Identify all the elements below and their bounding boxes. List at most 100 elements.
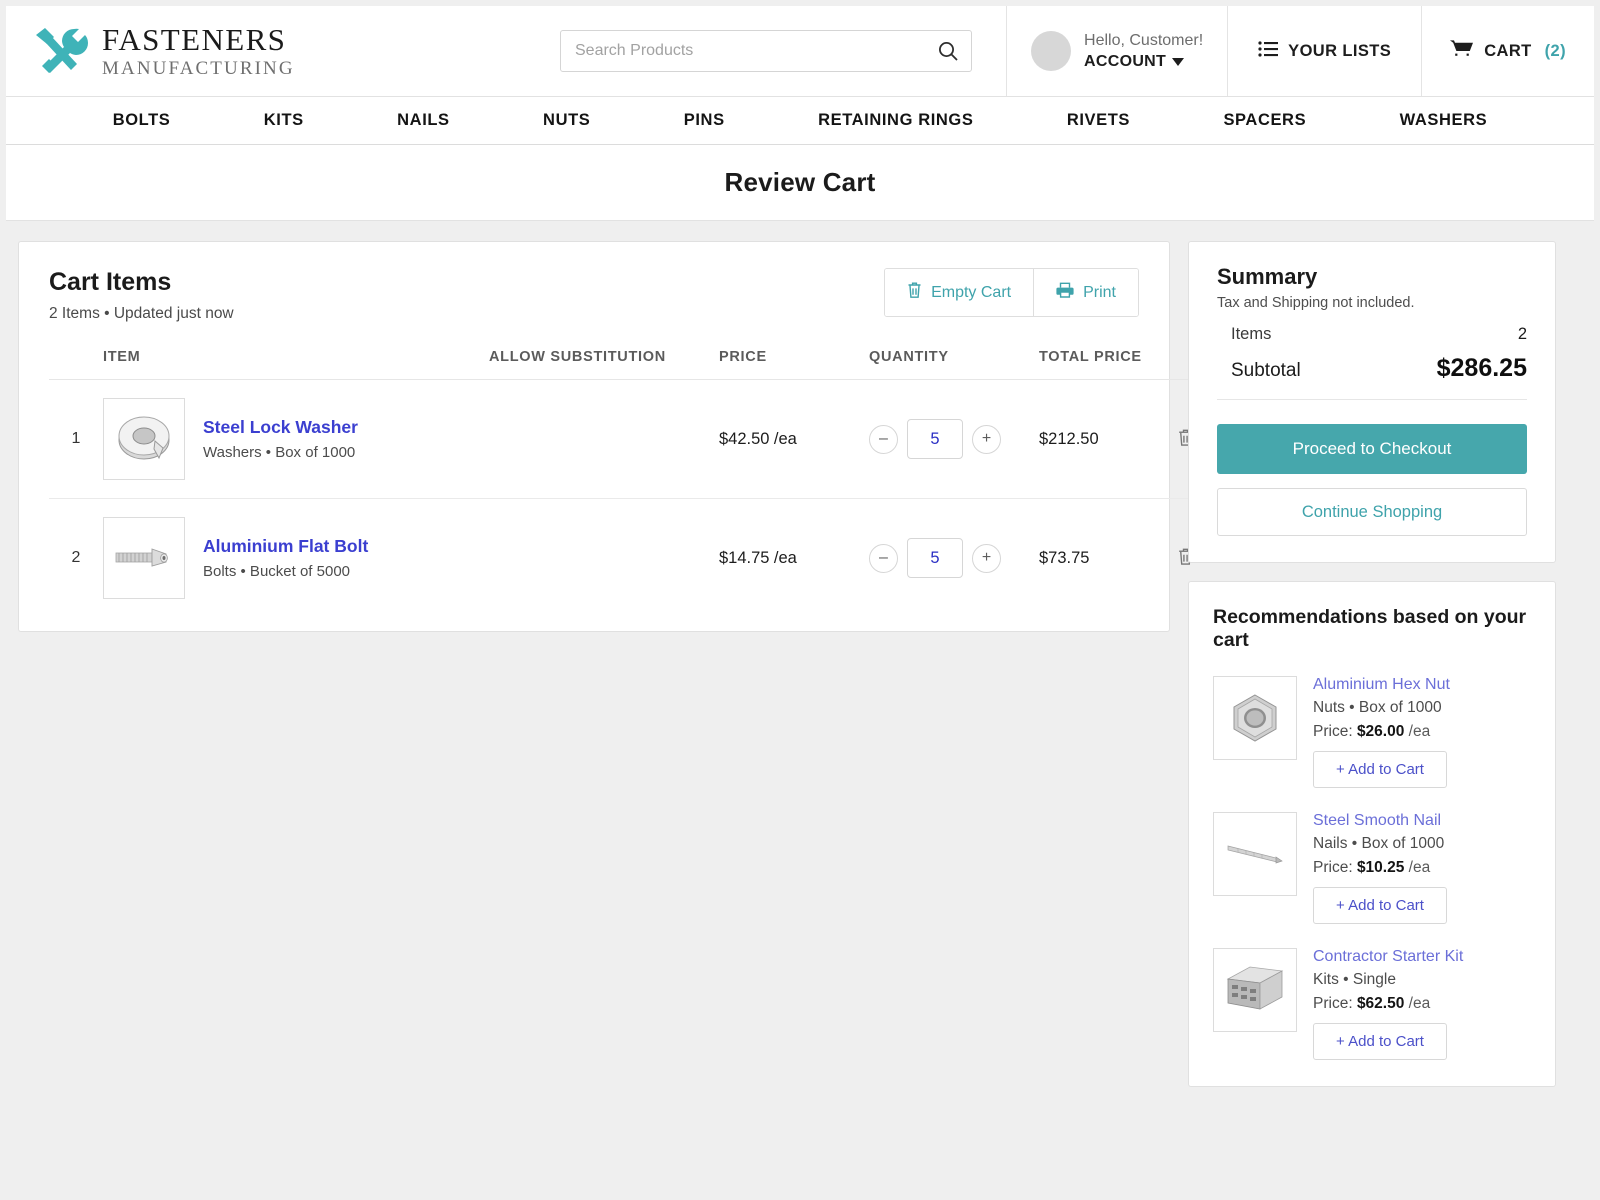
page-title: Review Cart [724, 167, 876, 197]
quantity-stepper: – + [869, 538, 1039, 578]
price-prefix: Price: [1313, 723, 1353, 740]
your-lists-button[interactable]: YOUR LISTS [1227, 6, 1421, 96]
price-prefix: Price: [1313, 995, 1353, 1012]
list-item: Aluminium Hex Nut Nuts • Box of 1000 Pri… [1213, 676, 1531, 788]
nav-item-kits[interactable]: KITS [264, 111, 304, 130]
printer-icon [1056, 281, 1074, 304]
recommendation-price-unit: /ea [1408, 723, 1431, 740]
quantity-input[interactable] [907, 419, 963, 459]
quantity-input[interactable] [907, 538, 963, 578]
brand-text: FASTENERS MANUFACTURING [102, 24, 295, 78]
summary-items-value: 2 [1517, 325, 1527, 343]
cart-table: ITEM ALLOW SUBSTITUTION PRICE QUANTITY T… [49, 349, 1247, 617]
chevron-down-icon [1172, 58, 1185, 66]
add-to-cart-button[interactable]: + Add to Cart [1313, 751, 1447, 788]
recommendations-heading: Recommendations based on your cart [1213, 606, 1527, 651]
allow-substitution-cell[interactable] [489, 499, 719, 618]
avatar [1031, 31, 1072, 71]
unit-price-suffix: /ea [773, 548, 797, 567]
hammer-wrench-icon [30, 26, 89, 76]
proceed-to-checkout-button[interactable]: Proceed to Checkout [1217, 424, 1527, 474]
nav-item-retaining-rings[interactable]: RETAINING RINGS [818, 111, 973, 130]
summary-items-row: Items 2 [1217, 325, 1527, 344]
cart-label: CART [1484, 41, 1532, 60]
print-label: Print [1083, 283, 1116, 301]
recommendation-price-row: Price: $62.50 /ea [1313, 995, 1463, 1013]
empty-cart-label: Empty Cart [931, 283, 1012, 301]
flat-bolt-image [103, 517, 185, 599]
summary-subtotal-label: Subtotal [1231, 360, 1301, 381]
row-index: 1 [49, 379, 103, 499]
nav-item-nuts[interactable]: NUTS [543, 111, 590, 130]
cart-items-panel: Cart Items 2 Items • Updated just now Em… [18, 241, 1247, 632]
column-price: PRICE [719, 349, 869, 380]
print-button[interactable]: Print [1033, 269, 1138, 316]
column-quantity: QUANTITY [869, 349, 1039, 380]
summary-subtotal-value: $286.25 [1436, 354, 1527, 382]
product-name-link[interactable]: Aluminium Flat Bolt [203, 536, 368, 556]
account-label: ACCOUNT [1084, 53, 1167, 70]
quantity-decrement-button[interactable]: – [869, 543, 898, 573]
order-summary-panel: Summary Tax and Shipping not included. I… [1188, 241, 1556, 563]
nav-item-spacers[interactable]: SPACERS [1223, 111, 1306, 130]
shopping-cart-icon [1450, 39, 1474, 64]
your-lists-label: YOUR LISTS [1288, 41, 1392, 60]
quantity-increment-button[interactable]: + [972, 424, 1001, 454]
continue-shopping-button[interactable]: Continue Shopping [1217, 488, 1527, 536]
search-box[interactable] [560, 30, 972, 72]
table-row: 2 Aluminium Flat Bolt Bolts • Bucket of … [49, 499, 1247, 618]
product-meta: Washers • Box of 1000 [203, 444, 356, 461]
recommendation-price-unit: /ea [1408, 859, 1431, 876]
recommendation-name-link[interactable]: Aluminium Hex Nut [1313, 676, 1450, 693]
nav-item-bolts[interactable]: BOLTS [113, 111, 171, 130]
nav-item-pins[interactable]: PINS [684, 111, 725, 130]
nav-item-rivets[interactable]: RIVETS [1067, 111, 1130, 130]
column-item: ITEM [103, 349, 489, 380]
recommendation-price: $62.50 [1356, 995, 1405, 1012]
product-cell: Aluminium Flat Bolt Bolts • Bucket of 50… [103, 517, 489, 599]
quantity-decrement-button[interactable]: – [869, 424, 898, 454]
recommendation-meta: Nails • Box of 1000 [1313, 835, 1445, 852]
cart-table-header-row: ITEM ALLOW SUBSTITUTION PRICE QUANTITY T… [49, 349, 1247, 380]
row-total-price: $73.75 [1039, 548, 1090, 567]
main-content: Cart Items 2 Items • Updated just now Em… [18, 241, 1582, 1087]
nav-item-washers[interactable]: WASHERS [1400, 111, 1488, 130]
account-menu[interactable]: Hello, Customer! ACCOUNT [1006, 6, 1227, 96]
recommendation-price-row: Price: $26.00 /ea [1313, 723, 1450, 741]
right-rail: Summary Tax and Shipping not included. I… [1188, 241, 1556, 1087]
unit-price: $14.75 [719, 548, 770, 567]
empty-cart-button[interactable]: Empty Cart [885, 269, 1034, 316]
nav-item-nails[interactable]: NAILS [397, 111, 450, 130]
cart-count-badge: (2) [1544, 41, 1566, 60]
cart-button[interactable]: CART (2) [1421, 6, 1594, 96]
add-to-cart-button[interactable]: + Add to Cart [1313, 1023, 1447, 1060]
product-name-link[interactable]: Steel Lock Washer [203, 417, 358, 437]
price-prefix: Price: [1313, 859, 1353, 876]
product-meta: Bolts • Bucket of 5000 [203, 563, 351, 580]
search-area [526, 6, 1006, 96]
summary-subtotal-row: Subtotal $286.25 [1217, 354, 1527, 400]
product-cell: Steel Lock Washer Washers • Box of 1000 [103, 398, 489, 480]
add-to-cart-button[interactable]: + Add to Cart [1313, 887, 1447, 924]
cart-panel-header: Cart Items 2 Items • Updated just now Em… [19, 242, 1169, 323]
summary-note: Tax and Shipping not included. [1217, 295, 1415, 311]
quantity-increment-button[interactable]: + [972, 543, 1001, 573]
recommendation-name-link[interactable]: Contractor Starter Kit [1313, 948, 1463, 965]
list-item: Contractor Starter Kit Kits • Single Pri… [1213, 948, 1531, 1060]
search-icon[interactable] [937, 40, 959, 62]
account-label-row[interactable]: ACCOUNT [1084, 53, 1203, 71]
list-item: Steel Smooth Nail Nails • Box of 1000 Pr… [1213, 812, 1531, 924]
row-total-price: $212.50 [1039, 429, 1099, 448]
allow-substitution-cell[interactable] [489, 379, 719, 499]
brand-name-primary: FASTENERS [102, 22, 287, 57]
search-input[interactable] [575, 42, 937, 60]
column-index [49, 349, 103, 380]
site-header: FASTENERS MANUFACTURING Hello, Customer!… [6, 6, 1594, 97]
brand-logo[interactable]: FASTENERS MANUFACTURING [6, 6, 526, 96]
summary-heading: Summary [1217, 264, 1318, 289]
recommendation-name-link[interactable]: Steel Smooth Nail [1313, 812, 1441, 829]
unit-price-suffix: /ea [773, 429, 797, 448]
lock-washer-image [103, 398, 185, 480]
greeting-text: Hello, Customer! [1084, 32, 1204, 49]
trash-icon [907, 281, 922, 304]
